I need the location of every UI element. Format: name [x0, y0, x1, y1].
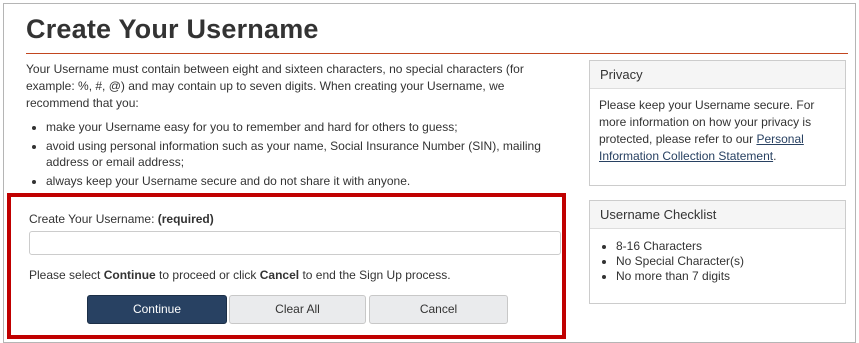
- checklist-heading: Username Checklist: [590, 201, 845, 229]
- continue-button[interactable]: Continue: [87, 295, 227, 324]
- title-divider: [26, 53, 848, 54]
- cancel-button[interactable]: Cancel: [369, 295, 508, 324]
- clear-all-button[interactable]: Clear All: [229, 295, 366, 324]
- privacy-heading: Privacy: [590, 61, 845, 89]
- tip-item: make your Username easy for you to remem…: [46, 119, 566, 135]
- instr-mid: to proceed or click: [155, 268, 260, 282]
- checklist-item: No more than 7 digits: [616, 269, 836, 284]
- username-field-label: Create Your Username: (required): [29, 212, 214, 226]
- instructions-text: Please select Continue to proceed or cli…: [29, 268, 451, 282]
- username-input[interactable]: [29, 231, 561, 255]
- checklist-item: 8-16 Characters: [616, 239, 836, 254]
- username-rules: Your Username must contain between eight…: [26, 61, 566, 189]
- page-title: Create Your Username: [26, 14, 319, 44]
- tip-item: always keep your Username secure and do …: [46, 173, 566, 189]
- form-divider: [26, 194, 566, 195]
- username-checklist-panel: Username Checklist 8-16 Characters No Sp…: [589, 200, 846, 304]
- label-text: Create Your Username:: [29, 212, 155, 226]
- instr-cancel: Cancel: [259, 268, 300, 282]
- instr-pre: Please select: [29, 268, 104, 282]
- instr-continue: Continue: [103, 268, 156, 282]
- instr-post: to end the Sign Up process.: [299, 268, 451, 282]
- checklist-item: No Special Character(s): [616, 254, 836, 269]
- required-marker: (required): [157, 212, 214, 226]
- privacy-end: .: [773, 149, 777, 163]
- checklist-list: 8-16 Characters No Special Character(s) …: [599, 239, 836, 284]
- privacy-body: Please keep your Username secure. For mo…: [590, 89, 845, 173]
- checklist-body: 8-16 Characters No Special Character(s) …: [590, 229, 845, 292]
- tips-list: make your Username easy for you to remem…: [26, 119, 566, 189]
- intro-text: Your Username must contain between eight…: [26, 62, 524, 110]
- privacy-panel: Privacy Please keep your Username secure…: [589, 60, 846, 186]
- tip-item: avoid using personal information such as…: [46, 138, 566, 170]
